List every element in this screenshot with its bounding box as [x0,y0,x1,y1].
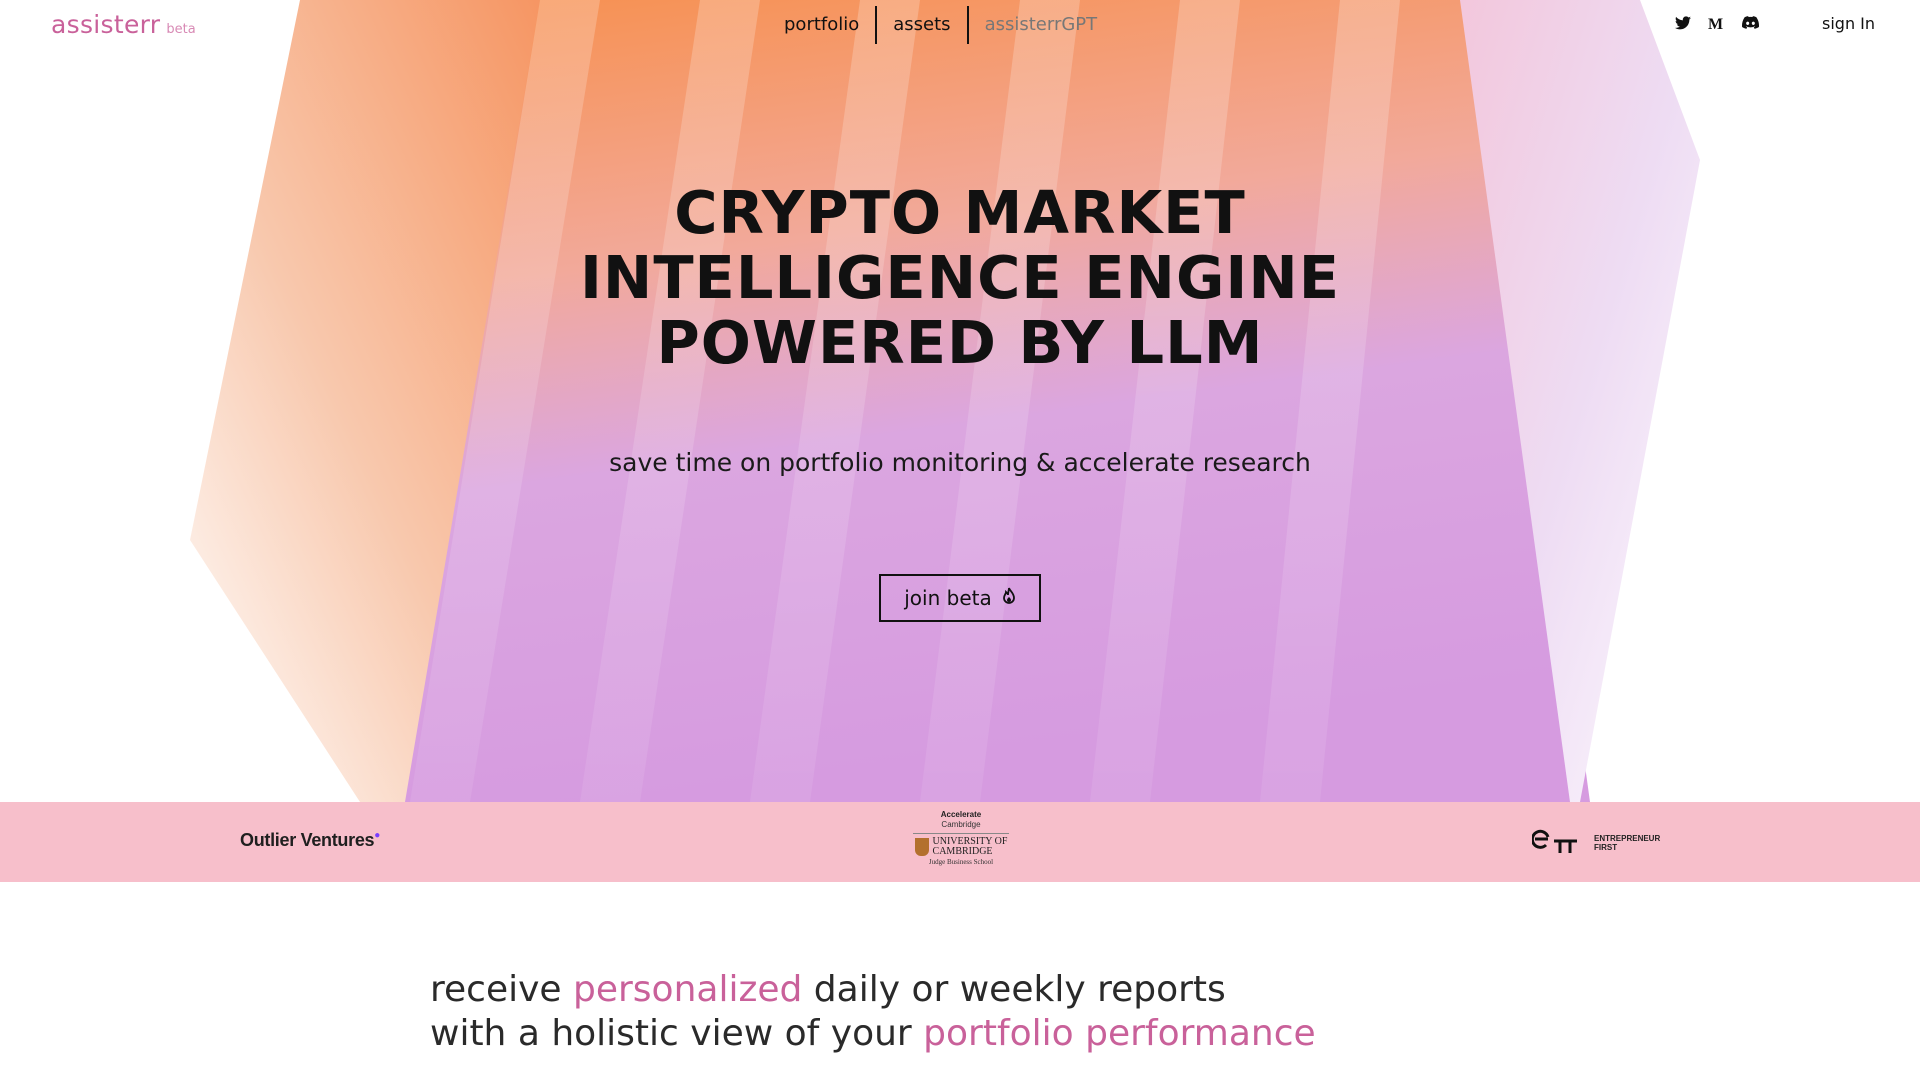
ef-line-2: FIRST [1594,843,1618,852]
svg-text:M: M [1708,16,1723,30]
hero-subtitle: save time on portfolio monitoring & acce… [609,448,1311,477]
partner-logos-band: Outlier Ventures● Accelerate Cambridge U… [0,802,1920,882]
brand-name[interactable]: assisterr [51,10,160,39]
reports-line-2-pre: with a holistic view of your [430,1013,924,1054]
nav-assets[interactable]: assets [877,6,966,44]
hero-title: CRYPTO MARKET INTELLIGENCE ENGINE POWERE… [520,180,1400,375]
fire-icon [1002,587,1016,609]
university-row: UNIVERSITY OF CAMBRIDGE [906,837,1016,857]
reports-line-1: receive personalized daily or weekly rep… [430,968,1316,1012]
join-beta-button[interactable]: join beta [879,574,1041,622]
university-name: UNIVERSITY OF CAMBRIDGE [933,837,1008,857]
sign-in-link[interactable]: sign In [1822,14,1875,33]
brand-logo[interactable]: assisterr beta [51,10,196,39]
medium-icon[interactable]: M [1708,14,1725,31]
judge-business-school-text: Judge Business School [928,858,994,866]
university-line-2: CAMBRIDGE [932,846,993,857]
beta-badge: beta [166,22,196,37]
logo-divider [913,833,1009,834]
join-beta-label: join beta [904,586,992,610]
main-nav: portfolio assets assisterrGPT [768,6,1113,44]
ef-mark-icon [1530,828,1578,858]
reports-headline: receive personalized daily or weekly rep… [430,968,1316,1056]
entrepreneur-first-logo: ENTREPRENEUR FIRST [1530,828,1674,858]
twitter-icon[interactable] [1674,14,1691,31]
reports-line-2: with a holistic view of your portfolio p… [430,1012,1316,1056]
hero-title-line: POWERED BY LLM [656,308,1264,377]
cambridge-text: Cambridge [941,820,981,829]
hero-title-line: INTELLIGENCE ENGINE [579,243,1340,312]
outlier-ventures-logo: Outlier Ventures● [240,830,380,850]
outlier-ventures-text: Outlier Ventures [240,830,375,850]
reports-line-1-pre: receive [430,969,573,1010]
reports-line-1-post: daily or weekly reports [802,969,1226,1010]
accelerate-cambridge-logo: Accelerate Cambridge UNIVERSITY OF CAMBR… [906,810,1016,867]
highlight-portfolio-performance: portfolio performance [923,1013,1316,1054]
nav-portfolio[interactable]: portfolio [768,6,875,44]
cambridge-crest-icon [914,838,929,856]
discord-icon[interactable] [1742,14,1759,31]
hero-background [0,0,1920,802]
ef-wordmark: ENTREPRENEUR FIRST [1594,834,1674,852]
hero-title-line: CRYPTO MARKET [674,178,1246,247]
accelerate-text: Accelerate [940,810,982,819]
highlight-personalized: personalized [573,969,803,1010]
top-navbar: assisterr beta portfolio assets assister… [0,0,1920,52]
social-links: M [1674,14,1759,31]
ef-line-1: ENTREPRENEUR [1594,834,1661,843]
nav-assisterrgpt[interactable]: assisterrGPT [969,6,1114,44]
